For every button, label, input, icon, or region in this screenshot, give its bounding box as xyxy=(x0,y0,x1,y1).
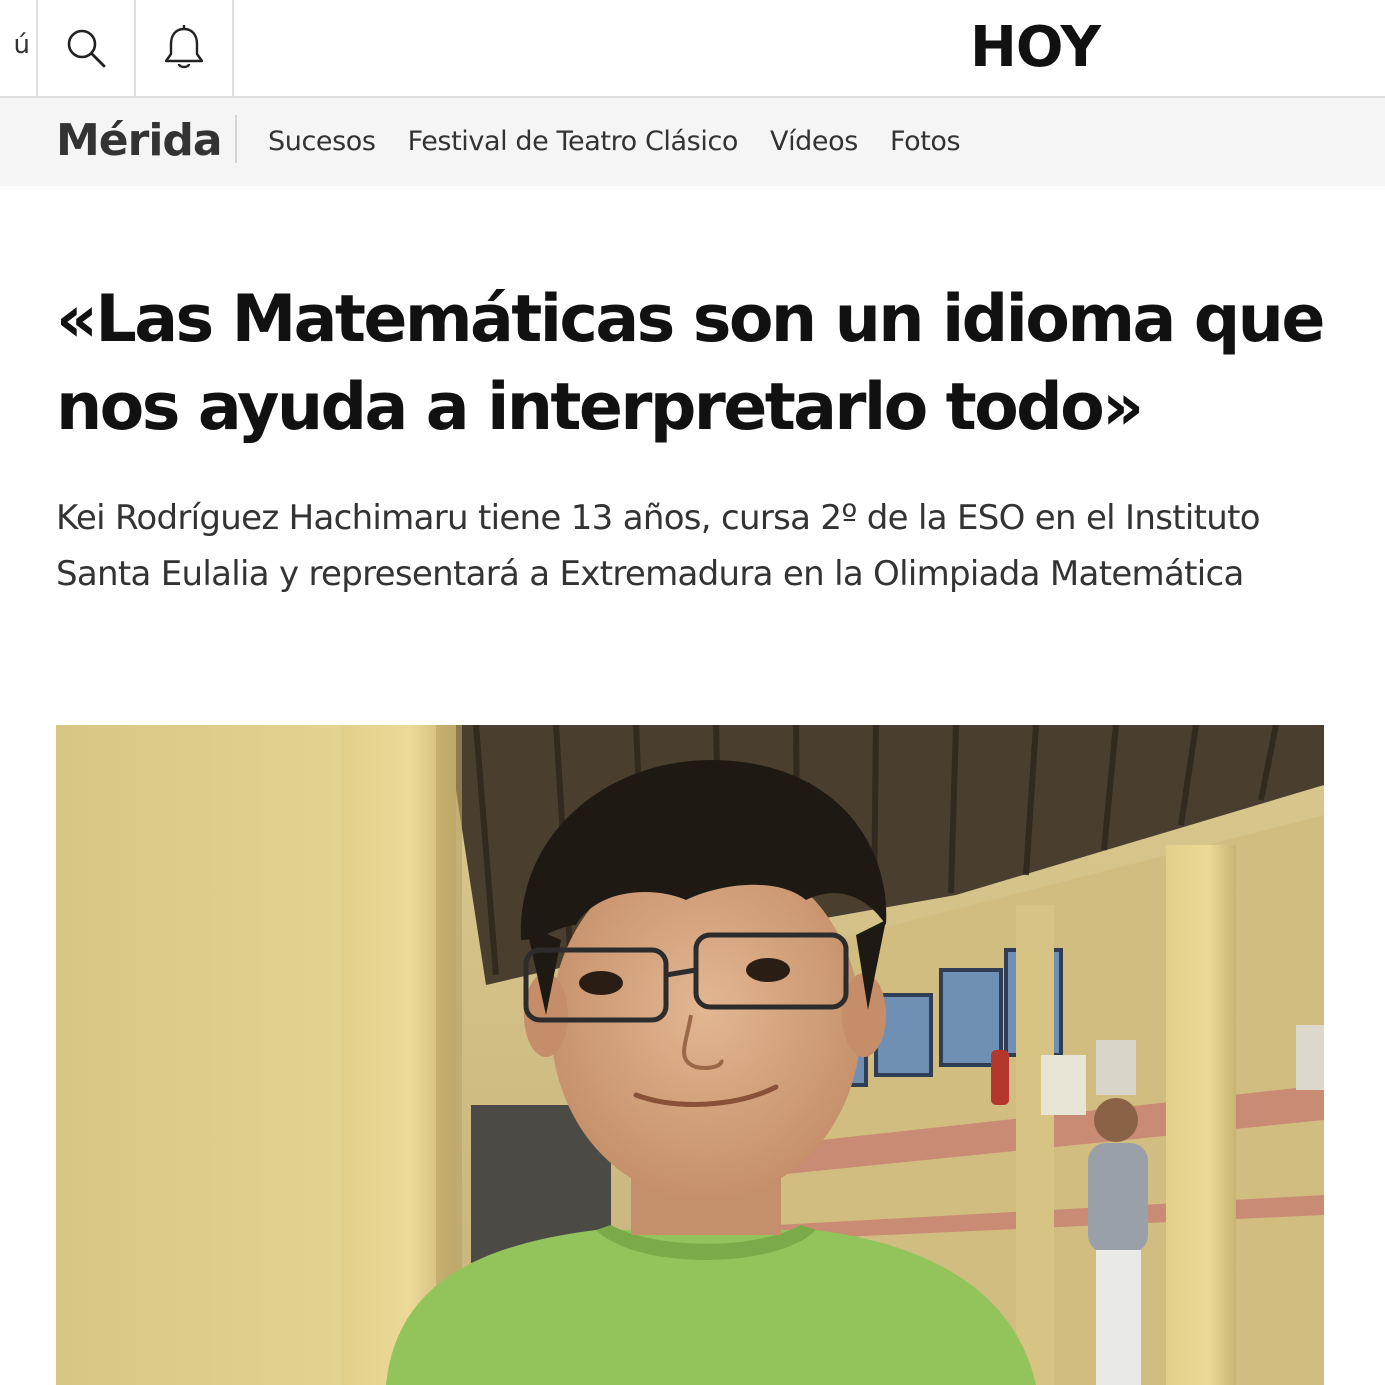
nav-link-fotos[interactable]: Fotos xyxy=(890,124,961,160)
section-links: Sucesos Festival de Teatro Clásico Vídeo… xyxy=(268,124,961,160)
photo-illustration xyxy=(56,725,1324,1385)
notifications-button[interactable] xyxy=(136,0,234,96)
site-logo[interactable]: HOY xyxy=(970,14,1101,82)
nav-link-festival-teatro[interactable]: Festival de Teatro Clásico xyxy=(408,124,739,160)
article-headline: «Las Matemáticas son un idioma que nos a… xyxy=(56,282,1325,445)
search-icon xyxy=(67,29,106,68)
section-nav: Mérida Sucesos Festival de Teatro Clásic… xyxy=(0,98,1385,186)
search-button[interactable] xyxy=(38,0,136,96)
section-title[interactable]: Mérida xyxy=(56,112,223,170)
bell-icon xyxy=(164,25,204,69)
menu-label-fragment: ú xyxy=(13,30,30,60)
article-photo[interactable] xyxy=(56,725,1324,1385)
nav-link-sucesos[interactable]: Sucesos xyxy=(268,124,376,160)
nav-link-videos[interactable]: Vídeos xyxy=(770,124,858,160)
top-bar: ú HOY xyxy=(0,0,1385,98)
article-subtitle: Kei Rodríguez Hachimaru tiene 13 años, c… xyxy=(56,498,1261,594)
nav-divider xyxy=(235,115,237,163)
menu-button[interactable]: ú xyxy=(0,0,38,96)
